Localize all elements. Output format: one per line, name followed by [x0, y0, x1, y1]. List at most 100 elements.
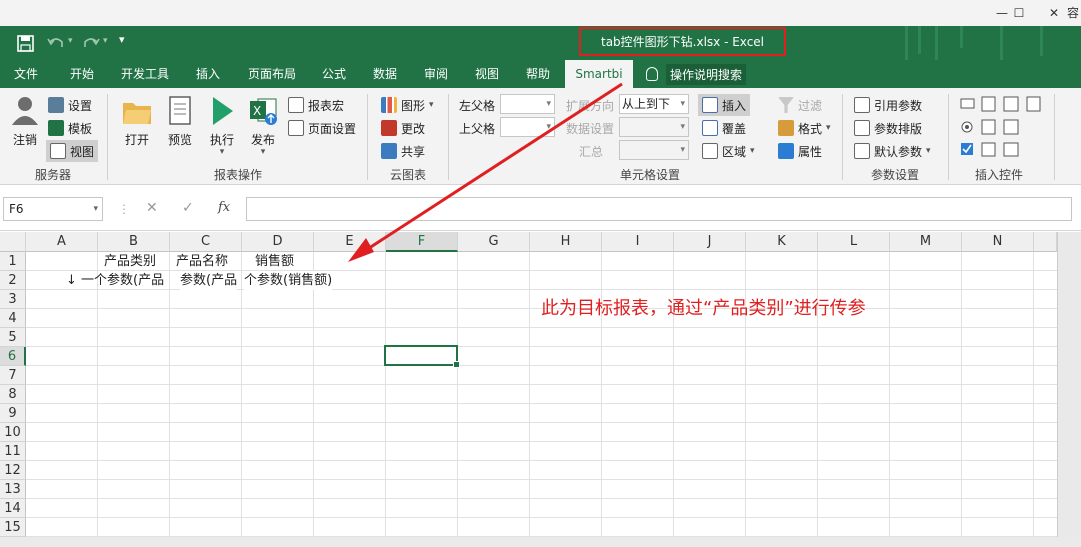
row-header[interactable]: 10 — [0, 423, 26, 442]
tell-me-label: 操作说明搜索 — [666, 63, 747, 85]
name-box-dropdown-icon[interactable]: ▾ — [93, 198, 98, 220]
row-header[interactable]: 4 — [0, 309, 26, 328]
column-header[interactable]: A — [26, 232, 98, 252]
cell-C1[interactable]: 产品名称 — [176, 252, 228, 271]
cell-D2[interactable]: 个参数(销售额) — [244, 271, 333, 290]
column-header[interactable]: N — [962, 232, 1034, 252]
insert-function-icon[interactable]: fx — [218, 200, 230, 215]
row-header[interactable]: 2 — [0, 271, 26, 290]
default-param-dropdown-icon: ▾ — [926, 146, 931, 156]
save-icon[interactable] — [17, 35, 34, 52]
ref-param-button[interactable]: 引用参数 — [854, 95, 922, 115]
default-param-icon — [854, 143, 870, 159]
property-label: 属性 — [798, 144, 823, 159]
column-header[interactable]: J — [674, 232, 746, 252]
column-header[interactable]: M — [890, 232, 962, 252]
column-header[interactable]: D — [242, 232, 314, 252]
insert-button[interactable]: 插入 — [698, 94, 751, 116]
default-param-label: 默认参数 — [874, 144, 923, 159]
row-header[interactable]: 12 — [0, 461, 26, 480]
maximize-button[interactable]: ☐ — [1002, 0, 1036, 26]
format-label: 格式 — [798, 121, 823, 136]
tab-file[interactable]: 文件 — [4, 60, 48, 88]
worksheet-grid[interactable]: A B C D E F G H I J K L M N 1 2 3 4 5 6 … — [0, 232, 1057, 537]
region-icon — [702, 143, 718, 159]
row-header[interactable]: 14 — [0, 499, 26, 518]
svg-text:X: X — [253, 104, 261, 118]
column-header[interactable]: K — [746, 232, 818, 252]
report-macro-button[interactable]: 报表宏 — [288, 95, 344, 115]
undo-dropdown-icon[interactable]: ▾ — [68, 36, 73, 46]
select-all-corner[interactable] — [0, 232, 26, 252]
row-header[interactable]: 5 — [0, 328, 26, 347]
property-button[interactable]: 属性 — [778, 141, 822, 161]
active-cell-F6[interactable] — [384, 345, 460, 368]
undo-icon[interactable] — [47, 36, 65, 50]
cell-A2[interactable]: ↓ 一个参数(产品 — [66, 271, 164, 290]
confirm-icon[interactable]: ✓ — [182, 200, 194, 216]
title-decoration — [935, 26, 938, 60]
tab-developer[interactable]: 开发工具 — [112, 60, 178, 88]
cancel-icon[interactable]: ✕ — [146, 200, 158, 216]
gridline — [26, 327, 1057, 328]
close-button[interactable]: ✕ — [1037, 0, 1071, 26]
column-header[interactable] — [1034, 232, 1057, 252]
template-label: 模板 — [68, 121, 93, 136]
row-header-selected[interactable]: 6 — [0, 347, 26, 366]
tab-page-layout[interactable]: 页面布局 — [240, 60, 304, 88]
settings-button[interactable]: 设置 — [48, 95, 92, 115]
row-header[interactable]: 11 — [0, 442, 26, 461]
customize-qat-icon[interactable]: ▾ — [119, 33, 125, 46]
open-button[interactable]: 打开 — [122, 95, 152, 148]
template-button[interactable]: 模板 — [48, 118, 92, 138]
row-header[interactable]: 9 — [0, 404, 26, 423]
logout-button[interactable]: 注销 — [10, 95, 40, 148]
logout-label: 注销 — [12, 133, 37, 147]
publish-button[interactable]: X 发布 ▾ — [248, 95, 278, 157]
view-button[interactable]: 视图 — [46, 140, 99, 162]
region-button[interactable]: 区域 ▾ — [702, 141, 755, 161]
insert-control-icons[interactable] — [958, 95, 1053, 163]
gridline — [889, 252, 890, 537]
default-param-button[interactable]: 默认参数 ▾ — [854, 141, 931, 161]
cell-B1[interactable]: 产品类别 — [104, 252, 156, 271]
filter-icon — [778, 97, 794, 113]
column-header[interactable]: L — [818, 232, 890, 252]
row-header[interactable]: 15 — [0, 518, 26, 537]
column-header[interactable]: B — [98, 232, 170, 252]
tab-insert[interactable]: 插入 — [186, 60, 230, 88]
row-header[interactable]: 7 — [0, 366, 26, 385]
redo-icon[interactable] — [82, 36, 100, 50]
format-button[interactable]: 格式 ▾ — [778, 118, 831, 138]
row-header[interactable]: 3 — [0, 290, 26, 309]
bottom-scroll-area — [0, 537, 1081, 547]
execute-button[interactable]: 执行 ▾ — [207, 95, 237, 157]
redo-dropdown-icon[interactable]: ▾ — [103, 36, 108, 46]
ribbon-separator — [1054, 94, 1055, 180]
cell-C2[interactable]: 参数(产品 — [180, 271, 238, 290]
gridline — [26, 460, 1057, 461]
right-window-edge — [1057, 232, 1081, 547]
publish-dropdown-icon: ▾ — [260, 147, 266, 157]
gridline — [26, 517, 1057, 518]
ribbon-separator — [842, 94, 843, 180]
settings-label: 设置 — [68, 98, 93, 113]
view-icon — [50, 143, 66, 159]
preview-button[interactable]: 预览 — [165, 95, 195, 148]
row-header[interactable]: 8 — [0, 385, 26, 404]
column-header[interactable]: C — [170, 232, 242, 252]
folder-icon — [123, 103, 151, 124]
overwrite-button[interactable]: 覆盖 — [702, 118, 746, 138]
overwrite-label: 覆盖 — [722, 121, 747, 136]
param-layout-button[interactable]: 参数排版 — [854, 118, 922, 138]
tab-home[interactable]: 开始 — [58, 60, 106, 88]
name-box[interactable]: F6 ▾ — [3, 197, 103, 221]
tell-me-search[interactable]: 操作说明搜索 — [646, 62, 747, 86]
gridline — [26, 422, 1057, 423]
row-header[interactable]: 1 — [0, 252, 26, 271]
row-header[interactable]: 13 — [0, 480, 26, 499]
cell-D1[interactable]: 销售额 — [255, 252, 294, 271]
title-decoration — [1040, 26, 1043, 56]
filter-button[interactable]: 过滤 — [778, 95, 822, 115]
insert-icon — [702, 97, 718, 113]
